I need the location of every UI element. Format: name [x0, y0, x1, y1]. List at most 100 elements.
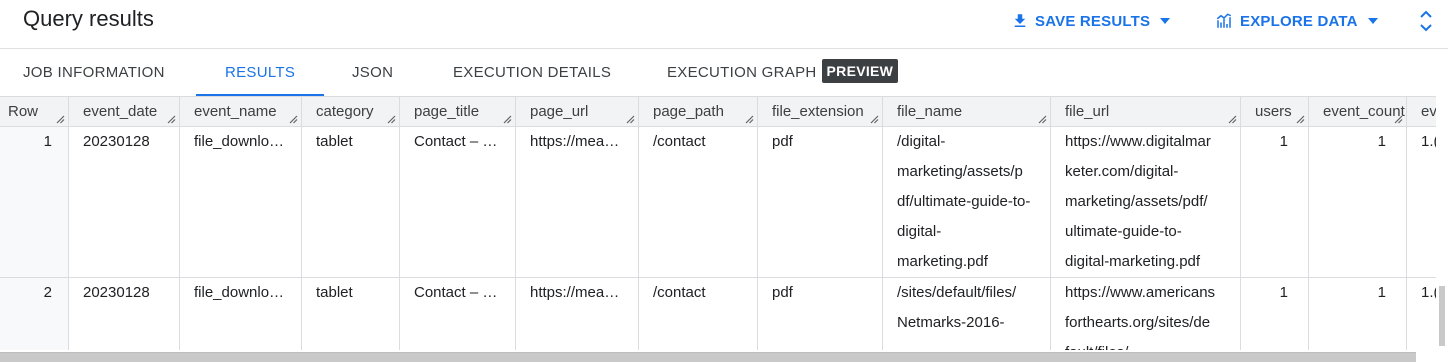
cell-text: https://mea…	[530, 284, 620, 301]
column-header-page-url[interactable]: page_url	[516, 97, 639, 127]
cell-text: file_downlo…	[194, 133, 285, 150]
cell-event-name[interactable]: file_downlo…	[180, 278, 302, 350]
cell-text: tablet	[316, 133, 353, 150]
cell-text: 20230128	[83, 133, 150, 150]
cell-row[interactable]: 1	[0, 127, 69, 277]
resize-handle-icon[interactable]	[387, 115, 396, 124]
table-row[interactable]: 2 20230128 file_downlo… tablet Contact – … ht…	[0, 278, 1448, 350]
explore-data-label: EXPLORE DATA	[1240, 12, 1358, 30]
resize-handle-icon[interactable]	[289, 115, 298, 124]
cell-event-date[interactable]: 20230128	[69, 278, 180, 350]
cell-event-date[interactable]: 20230128	[69, 127, 180, 277]
cell-text-line: df/ultimate-guide-to-	[897, 193, 1031, 210]
cell-file-url[interactable]: https://www.digitalmar keter.com/digital-…	[1051, 127, 1241, 277]
cell-page-title[interactable]: Contact – …	[400, 278, 516, 350]
resize-handle-icon[interactable]	[56, 115, 65, 124]
cell-text-line: /sites/default/files/	[897, 284, 1017, 301]
resize-handle-icon[interactable]	[870, 115, 879, 124]
vertical-scrollbar-thumb[interactable]	[1439, 286, 1445, 346]
resize-handle-icon[interactable]	[1296, 115, 1305, 124]
column-header-users[interactable]: users	[1241, 97, 1309, 127]
tab-execution-graph-label: EXECUTION GRAPH	[667, 64, 817, 81]
cell-file-url[interactable]: https://www.americans forthearts.org/site…	[1051, 278, 1241, 350]
column-header-file-name[interactable]: file_name	[883, 97, 1051, 127]
cell-text-line: …	[897, 338, 1036, 350]
cell-text-line: fault/files/…	[1065, 338, 1226, 350]
resize-handle-icon[interactable]	[1038, 115, 1047, 124]
cell-page-url[interactable]: https://mea…	[516, 127, 639, 277]
cell-text-line: digital-marketing.pdf	[1065, 253, 1201, 270]
resize-handle-icon[interactable]	[167, 115, 176, 124]
cell-text-line: /digital-	[897, 133, 946, 150]
column-header-event-count[interactable]: event_count	[1309, 97, 1407, 127]
cell-text-line: https://www.digitalmar	[1065, 133, 1211, 150]
cell-text: 1.(	[1421, 133, 1439, 150]
cell-users[interactable]: 1	[1241, 278, 1309, 350]
tab-results[interactable]: RESULTS	[196, 50, 325, 96]
column-header-category[interactable]: category	[302, 97, 400, 127]
column-header-page-path[interactable]: page_path	[639, 97, 758, 127]
cell-file-extension[interactable]: pdf	[758, 127, 883, 277]
unfold-icon	[1420, 10, 1432, 32]
cell-text-line: keter.com/digital-	[1065, 163, 1179, 180]
cell-category[interactable]: tablet	[302, 278, 400, 350]
cell-text-line: ultimate-guide-to-	[1065, 223, 1182, 240]
cell-event-count[interactable]: 1	[1309, 278, 1407, 350]
cell-text-line: https://www.americans	[1065, 284, 1216, 301]
cell-event-name[interactable]: file_downlo…	[180, 127, 302, 277]
cell-text: https://mea…	[530, 133, 620, 150]
cell-text: 1.(	[1421, 284, 1439, 301]
cell-text: pdf	[772, 284, 793, 301]
table-header-row: Row event_date event_name category page_titl…	[0, 96, 1448, 127]
vertical-scrollbar[interactable]	[1436, 96, 1448, 352]
tab-execution-graph[interactable]: EXECUTION GRAPH PREVIEW	[667, 50, 899, 96]
cell-users[interactable]: 1	[1241, 127, 1309, 277]
results-tabs: JOB INFORMATION RESULTS JSON EXECUTION D…	[0, 50, 1448, 96]
resize-handle-icon[interactable]	[626, 115, 635, 124]
table-row[interactable]: 1 20230128 file_downlo… tablet Contact – … ht…	[0, 127, 1448, 278]
chart-icon	[1216, 13, 1232, 28]
page-title: Query results	[23, 6, 154, 31]
horizontal-scrollbar[interactable]	[0, 352, 1416, 362]
preview-badge: PREVIEW	[821, 59, 899, 84]
chevron-down-icon	[1160, 18, 1171, 24]
cell-text-line: marketing.pdf	[897, 253, 988, 270]
cell-page-path[interactable]: /contact	[639, 127, 758, 277]
resize-handle-icon[interactable]	[1394, 115, 1403, 124]
cell-text: pdf	[772, 133, 793, 150]
column-header-page-title[interactable]: page_title	[400, 97, 516, 127]
column-header-row[interactable]: Row	[0, 97, 69, 127]
resize-handle-icon[interactable]	[503, 115, 512, 124]
expand-collapse-button[interactable]	[1418, 9, 1434, 38]
tab-job-information[interactable]: JOB INFORMATION	[23, 50, 165, 96]
save-results-button[interactable]: SAVE RESULTS	[1011, 10, 1171, 32]
tab-json[interactable]: JSON	[352, 50, 393, 96]
cell-page-title[interactable]: Contact – …	[400, 127, 516, 277]
cell-text-line: Netmarks-2016-	[897, 314, 1005, 331]
resize-handle-icon[interactable]	[1228, 115, 1237, 124]
column-header-event-date[interactable]: event_date	[69, 97, 180, 127]
results-header: Query results SAVE RESULTS EXPLORE DATA	[0, 0, 1448, 49]
cell-page-url[interactable]: https://mea…	[516, 278, 639, 350]
column-header-file-url[interactable]: file_url	[1051, 97, 1241, 127]
column-header-event-name[interactable]: event_name	[180, 97, 302, 127]
cell-text: Contact – …	[414, 284, 498, 301]
cell-text: 1	[1377, 133, 1386, 150]
cell-file-name[interactable]: /digital-marketing/assets/p df/ultimate-g…	[883, 127, 1051, 277]
column-header-file-extension[interactable]: file_extension	[758, 97, 883, 127]
cell-event-count[interactable]: 1	[1309, 127, 1407, 277]
cell-category[interactable]: tablet	[302, 127, 400, 277]
cell-row[interactable]: 2	[0, 278, 69, 350]
tab-execution-details[interactable]: EXECUTION DETAILS	[453, 50, 611, 96]
cell-file-name[interactable]: /sites/default/files/Netmarks-2016- …	[883, 278, 1051, 350]
cell-text: /contact	[653, 284, 706, 301]
explore-data-button[interactable]: EXPLORE DATA	[1214, 10, 1378, 32]
cell-page-path[interactable]: /contact	[639, 278, 758, 350]
cell-text: /contact	[653, 133, 706, 150]
cell-file-extension[interactable]: pdf	[758, 278, 883, 350]
cell-text-line: marketing/assets/p	[897, 163, 1023, 180]
resize-handle-icon[interactable]	[745, 115, 754, 124]
save-results-label: SAVE RESULTS	[1035, 12, 1151, 30]
cell-text-line: marketing/assets/pdf/	[1065, 193, 1208, 210]
results-table: Row event_date event_name category page_titl…	[0, 96, 1448, 350]
